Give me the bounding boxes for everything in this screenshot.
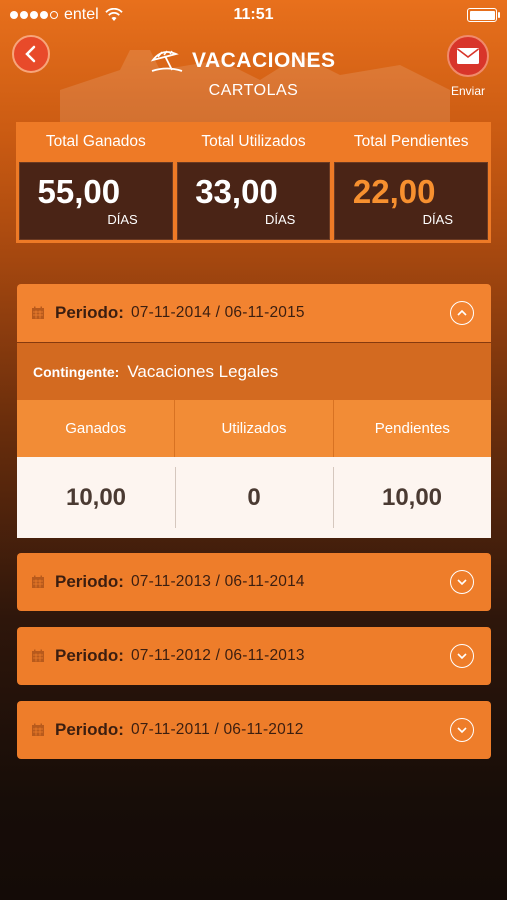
title-text: VACACIONES — [192, 49, 336, 72]
column-header: Ganados — [17, 400, 176, 457]
battery-icon — [467, 8, 500, 22]
period-dates: 07-11-2014 / 06-11-2015 — [130, 304, 305, 321]
period-label: Periodo: — [55, 720, 124, 739]
beach-umbrella-icon — [150, 50, 183, 72]
period-dates: 07-11-2013 / 06-11-2014 — [130, 573, 305, 590]
contingente-row: Contingente: Vacaciones Legales — [17, 343, 491, 400]
chevron-left-icon — [25, 45, 36, 63]
total-value: 22,00 — [352, 173, 436, 210]
wifi-icon — [105, 8, 123, 21]
total-unit: DÍAS — [422, 212, 454, 227]
period-header-2014[interactable]: Periodo: 07-11-2014 / 06-11-2015 — [17, 284, 491, 342]
back-button[interactable] — [12, 35, 50, 73]
period-dates: 07-11-2012 / 06-11-2013 — [130, 647, 305, 664]
value-utilizados: 0 — [175, 457, 333, 538]
period-dates: 07-11-2011 / 06-11-2012 — [130, 721, 304, 738]
status-bar: entel 11:51 — [0, 0, 507, 30]
page-subtitle: CARTOLAS — [208, 82, 299, 99]
envelope-icon — [457, 48, 479, 64]
calendar-icon — [32, 723, 44, 736]
calendar-icon — [32, 649, 44, 662]
value-pendientes: 10,00 — [333, 457, 491, 538]
signal-strength-icon — [10, 11, 58, 19]
total-value: 55,00 — [37, 173, 121, 210]
total-label: Total Pendientes — [353, 133, 469, 150]
send-label[interactable]: Enviar — [440, 84, 496, 98]
period-header-2012[interactable]: Periodo: 07-11-2012 / 06-11-2013 — [17, 627, 491, 685]
total-label: Total Utilizados — [201, 133, 306, 150]
carrier-name: entel — [64, 6, 99, 23]
chevron-down-icon[interactable] — [450, 644, 474, 668]
period-header-2013[interactable]: Periodo: 07-11-2013 / 06-11-2014 — [17, 553, 491, 611]
total-ganados: Total Ganados 55,00 DÍAS — [19, 122, 173, 240]
total-value: 33,00 — [195, 173, 278, 210]
column-header: Utilizados — [175, 400, 334, 457]
chevron-up-icon[interactable] — [450, 301, 474, 325]
background-building-image — [60, 50, 450, 130]
total-unit: DÍAS — [107, 212, 138, 227]
column-header: Pendientes — [374, 420, 450, 437]
period-header-2011[interactable]: Periodo: 07-11-2011 / 06-11-2012 — [17, 701, 491, 759]
total-unit: DÍAS — [265, 212, 296, 227]
contingente-label: Contingente: — [33, 363, 120, 380]
period-label: Periodo: — [55, 646, 124, 665]
total-utilizados: Total Utilizados 33,00 DÍAS — [176, 122, 331, 240]
chevron-down-icon[interactable] — [450, 718, 474, 742]
calendar-icon — [32, 575, 44, 588]
period-label: Periodo: — [55, 303, 124, 322]
totals-panel: Total Ganados 55,00 DÍAS Total Utilizado… — [16, 122, 491, 243]
contingente-value: Vacaciones Legales — [127, 361, 279, 381]
detail-header-row: Ganados Utilizados Pendientes — [17, 400, 491, 457]
period-label: Periodo: — [55, 572, 124, 591]
calendar-icon — [32, 306, 44, 319]
chevron-down-icon[interactable] — [450, 570, 474, 594]
page-title: VACACIONES — [150, 48, 335, 74]
value-ganados: 10,00 — [65, 483, 127, 511]
total-label: Total Ganados — [45, 133, 146, 150]
send-button[interactable] — [447, 35, 489, 77]
detail-values-row: 10,00 0 10,00 — [17, 457, 491, 538]
total-pendientes: Total Pendientes 22,00 DÍAS — [334, 122, 489, 240]
